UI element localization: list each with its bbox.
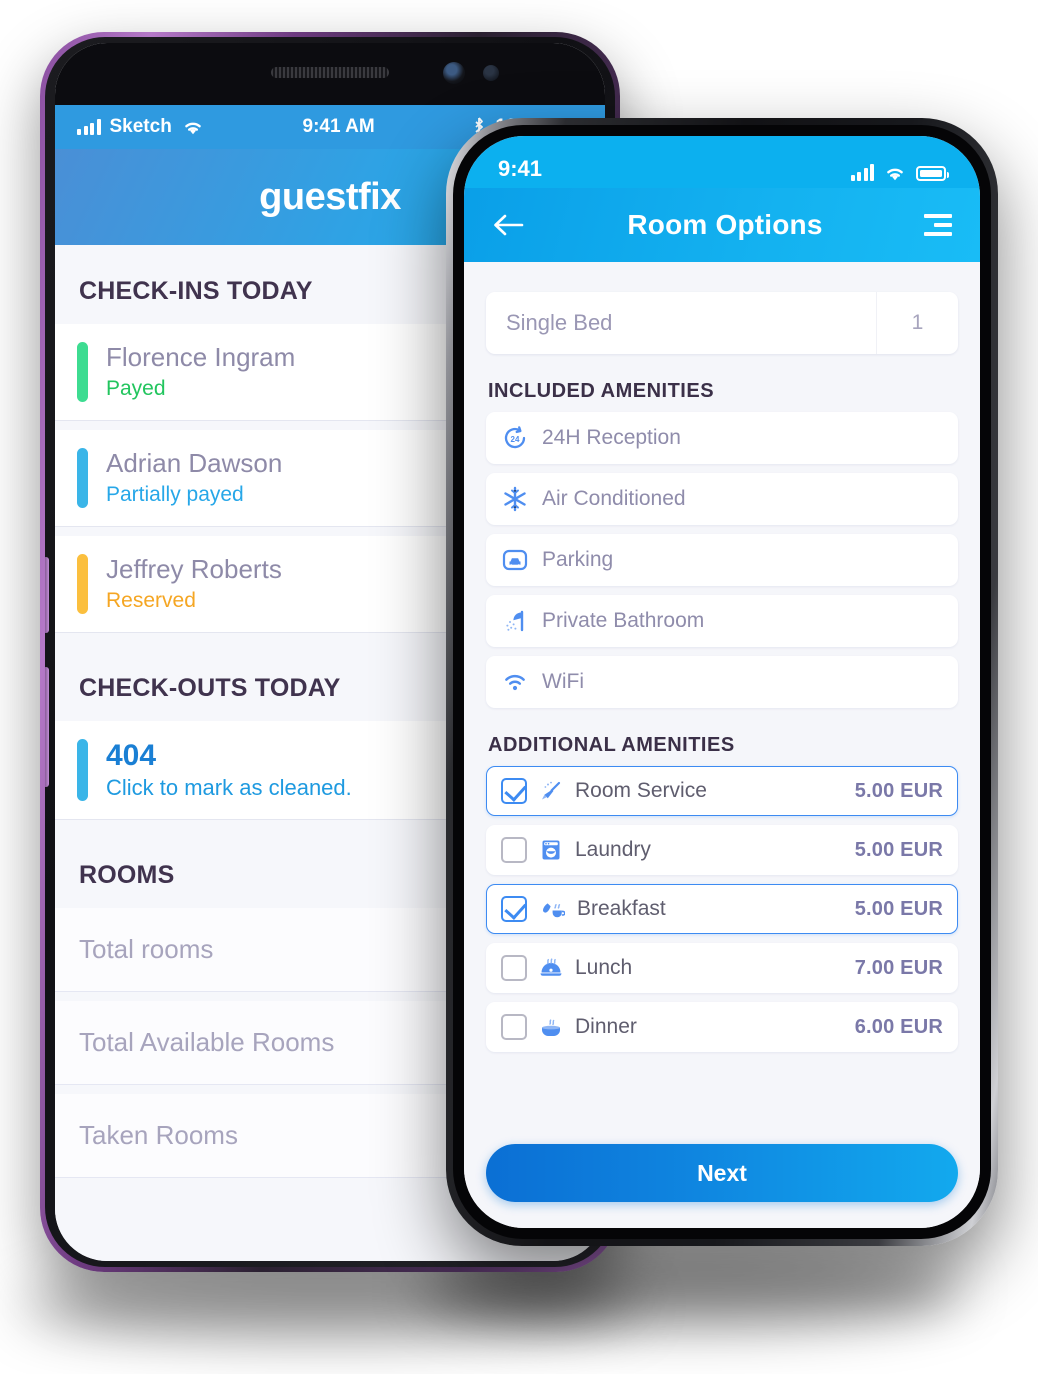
lunch-dish-icon bbox=[539, 956, 563, 980]
payment-status: Payed bbox=[106, 376, 166, 400]
page-title: Room Options bbox=[627, 209, 823, 240]
included-amenity-row[interactable]: Private Bathroom bbox=[486, 595, 958, 647]
front-camera-icon bbox=[443, 62, 465, 84]
checkbox-unchecked-icon[interactable] bbox=[501, 837, 527, 863]
amenity-label: Air Conditioned bbox=[542, 487, 686, 510]
checkbox-unchecked-icon[interactable] bbox=[501, 1014, 527, 1040]
bed-type-label: Single Bed bbox=[506, 310, 613, 335]
clock-label: 9:41 AM bbox=[302, 116, 375, 137]
checkbox-checked-icon[interactable] bbox=[501, 896, 527, 922]
app-logo: guestfix bbox=[259, 175, 401, 218]
iphone-screen: 9:41 Room Options Single Bed 1 INCLUDED … bbox=[464, 136, 980, 1228]
breakfast-icon bbox=[539, 897, 565, 921]
included-amenity-row[interactable]: Air Conditioned bbox=[486, 473, 958, 525]
amenity-label: Dinner bbox=[575, 1015, 637, 1038]
snowflake-icon bbox=[502, 486, 528, 512]
guest-name: Florence Ingram bbox=[106, 342, 296, 372]
amenity-price: 6.00 EUR bbox=[854, 1015, 943, 1038]
bed-quantity-value: 1 bbox=[876, 292, 958, 354]
android-volume-button[interactable] bbox=[45, 557, 49, 633]
room-action-hint: Click to mark as cleaned. bbox=[106, 775, 352, 801]
room-number: 404 bbox=[106, 738, 157, 772]
proximity-sensor-icon bbox=[483, 65, 499, 81]
scene: Sketch 9:41 AM 100% g bbox=[0, 0, 1038, 1374]
included-amenity-row[interactable]: WiFi bbox=[486, 656, 958, 708]
amenity-label: Private Bathroom bbox=[542, 609, 705, 632]
clock-24h-icon: 24 bbox=[502, 425, 528, 451]
amenity-price: 5.00 EUR bbox=[854, 838, 943, 861]
amenity-label: Lunch bbox=[575, 956, 633, 979]
iphone-status-bar: 9:41 bbox=[464, 136, 980, 188]
included-amenity-row[interactable]: Parking bbox=[486, 534, 958, 586]
android-power-button[interactable] bbox=[45, 667, 49, 787]
iphone-bezel: 9:41 Room Options Single Bed 1 INCLUDED … bbox=[453, 125, 991, 1239]
next-button[interactable]: Next bbox=[486, 1144, 958, 1202]
additional-amenity-row[interactable]: Dinner 6.00 EUR bbox=[486, 1002, 958, 1052]
amenity-price: 5.00 EUR bbox=[854, 779, 943, 802]
wifi-icon bbox=[883, 164, 907, 182]
svg-text:24: 24 bbox=[511, 435, 520, 444]
signal-bars-icon bbox=[77, 119, 101, 135]
guest-name: Adrian Dawson bbox=[106, 447, 283, 478]
amenity-label: Laundry bbox=[575, 838, 651, 861]
earpiece-speaker-icon bbox=[271, 67, 389, 78]
additional-amenity-row[interactable]: Breakfast 5.00 EUR bbox=[486, 884, 958, 934]
included-amenity-row[interactable]: 24 24H Reception bbox=[486, 412, 958, 464]
navigation-bar: Room Options bbox=[464, 188, 980, 262]
amenity-label: Breakfast bbox=[577, 897, 666, 920]
status-color-bar bbox=[77, 447, 88, 508]
footer-action-bar: Next bbox=[464, 1134, 980, 1228]
amenity-price: 7.00 EUR bbox=[854, 956, 943, 979]
checkbox-unchecked-icon[interactable] bbox=[501, 955, 527, 981]
status-color-bar bbox=[77, 553, 88, 614]
amenity-label: Room Service bbox=[575, 779, 707, 802]
wifi-icon bbox=[502, 669, 528, 695]
car-parking-icon bbox=[502, 547, 528, 573]
status-color-bar bbox=[77, 738, 88, 802]
amenity-label: 24H Reception bbox=[542, 426, 681, 449]
bed-type-row[interactable]: Single Bed 1 bbox=[486, 292, 958, 354]
additional-amenities-title: ADDITIONAL AMENITIES bbox=[488, 734, 735, 756]
status-color-bar bbox=[77, 342, 88, 402]
clock-label: 9:41 bbox=[498, 156, 543, 181]
wifi-icon bbox=[181, 118, 205, 136]
dinner-bowl-icon bbox=[539, 1015, 563, 1039]
battery-icon bbox=[916, 165, 949, 181]
amenity-price: 5.00 EUR bbox=[854, 897, 943, 920]
broom-icon bbox=[539, 779, 563, 803]
included-amenities-title: INCLUDED AMENITIES bbox=[488, 380, 715, 402]
additional-amenity-row[interactable]: Lunch 7.00 EUR bbox=[486, 943, 958, 993]
signal-bars-icon bbox=[850, 164, 874, 181]
room-options-content: Single Bed 1 INCLUDED AMENITIES 24 24H R… bbox=[464, 262, 980, 1134]
carrier-label: Sketch bbox=[109, 116, 172, 137]
shower-icon bbox=[502, 608, 528, 634]
hamburger-menu-icon[interactable] bbox=[924, 214, 952, 236]
additional-amenity-row[interactable]: Laundry 5.00 EUR bbox=[486, 825, 958, 875]
guest-name: Jeffrey Roberts bbox=[106, 553, 282, 584]
amenity-label: WiFi bbox=[542, 670, 584, 693]
checkbox-checked-icon[interactable] bbox=[501, 778, 527, 804]
arrow-left-icon[interactable] bbox=[492, 212, 526, 238]
amenity-label: Parking bbox=[542, 548, 614, 571]
android-ground-shadow bbox=[20, 1272, 640, 1340]
android-top-bezel bbox=[55, 43, 605, 105]
payment-status: Reserved bbox=[106, 588, 196, 612]
iphone-mockup: 9:41 Room Options Single Bed 1 INCLUDED … bbox=[446, 118, 998, 1246]
payment-status: Partially payed bbox=[106, 482, 244, 506]
additional-amenity-row[interactable]: Room Service 5.00 EUR bbox=[486, 766, 958, 816]
washing-machine-icon bbox=[539, 838, 563, 862]
